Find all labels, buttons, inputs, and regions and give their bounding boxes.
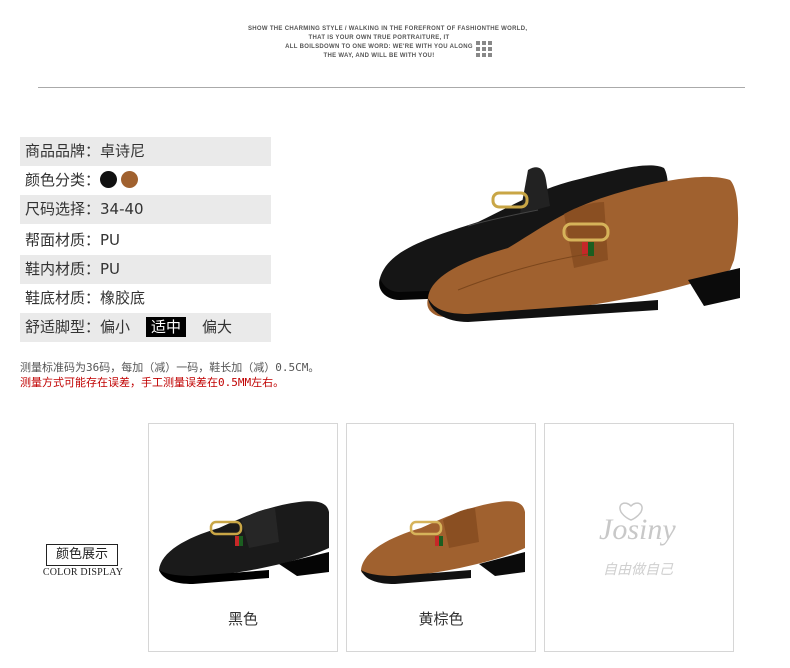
brown-shoe-image: [361, 501, 525, 584]
tagline-line-4: THE WAY, AND WILL BE WITH YOU!: [323, 53, 435, 59]
spec-color: 颜色分类：: [20, 166, 271, 195]
spec-fit-label: 舒适脚型：偏小: [25, 318, 131, 336]
black-shoe-image: [159, 501, 329, 584]
spec-lining: 鞋内材质：PU: [20, 255, 271, 284]
spec-table: 商品品牌：卓诗尼 颜色分类： 尺码选择：34-40 帮面材质：PU 鞋内材质：P…: [20, 137, 271, 342]
spec-size: 尺码选择：34-40: [20, 195, 271, 224]
spec-color-label: 颜色分类：: [25, 171, 101, 189]
josiny-logo: Josiny 自由做自己: [599, 502, 676, 578]
black-caption: 黑色: [227, 610, 258, 628]
spec-sole: 鞋底材质：橡胶底: [25, 289, 146, 307]
color-display-subtitle: COLOR DISPLAY: [42, 567, 124, 578]
error-note: 测量方式可能存在误差，手工测量误差在0.5MM左右。: [20, 376, 285, 389]
fit-selected: 适中: [146, 317, 187, 337]
header-tagline: SHOW THE CHARMING STYLE / WALKING IN THE…: [248, 25, 528, 61]
svg-text:Josiny: Josiny: [599, 513, 676, 546]
header-divider: [38, 87, 745, 88]
tagline-line-2: THAT IS YOUR OWN TRUE PORTRAITURE, IT: [308, 35, 450, 41]
tagline-line-3: ALL BOILSDOWN TO ONE WORD: WE'RE WITH YO…: [285, 44, 473, 50]
swatch-black[interactable]: [100, 170, 118, 188]
spec-fit: 舒适脚型：偏小 适中 偏大: [20, 313, 271, 342]
brown-caption: 黄棕色: [418, 610, 464, 628]
color-card-brown[interactable]: 黄棕色: [346, 423, 536, 652]
color-display-title: 颜色展示: [46, 544, 118, 566]
dots-decoration-icon: [476, 41, 492, 57]
swatch-brown[interactable]: [121, 170, 139, 188]
tagline-line-1: SHOW THE CHARMING STYLE / WALKING IN THE…: [248, 26, 528, 32]
color-card-black[interactable]: 黑色: [148, 423, 338, 652]
hero-shoes-image: [379, 165, 740, 322]
svg-text:自由做自己: 自由做自己: [603, 562, 674, 578]
fit-large: 偏大: [202, 318, 233, 336]
spec-upper: 帮面材质：PU: [25, 231, 121, 249]
size-note: 测量标准码为36码，每加（减）一码，鞋长加（减）0.5CM。: [20, 361, 320, 374]
brand-logo-card: Josiny 自由做自己: [544, 423, 734, 652]
spec-brand: 商品品牌：卓诗尼: [20, 137, 271, 166]
